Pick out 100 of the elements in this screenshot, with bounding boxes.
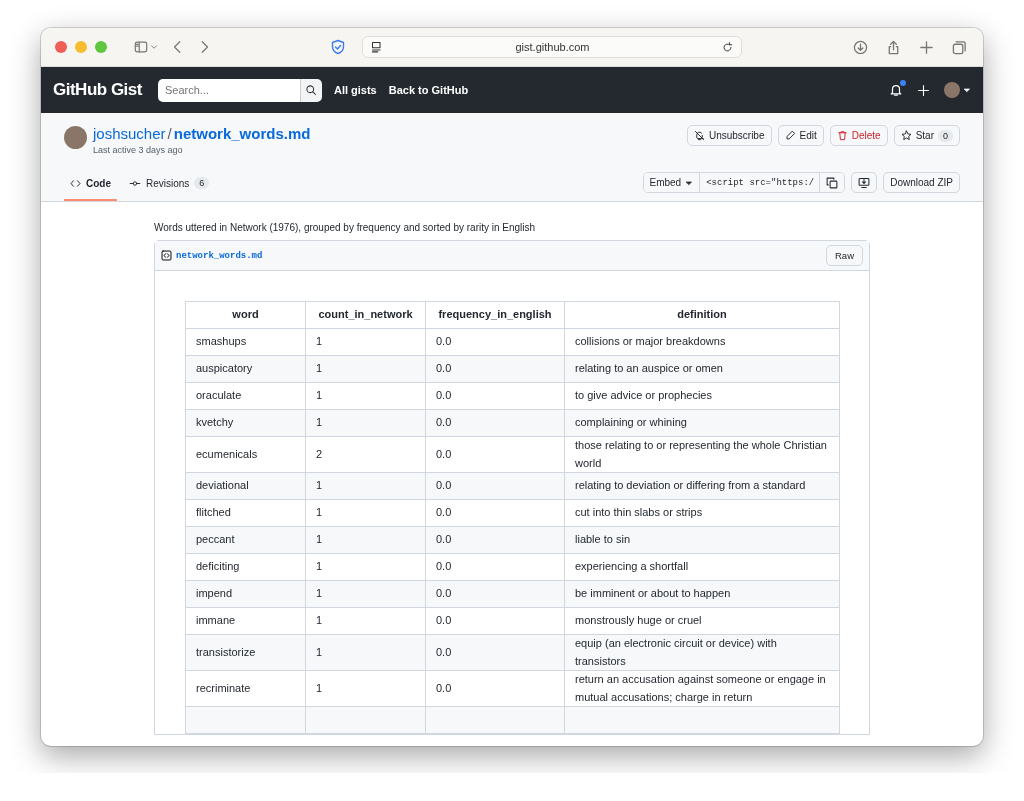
table-cell: 1 [305, 472, 426, 500]
table-cell: 1 [305, 553, 426, 581]
sidebar-icon [133, 40, 149, 54]
table-cell: 0.0 [425, 436, 565, 473]
table-cell: 1 [305, 328, 426, 356]
column-header: word [185, 301, 306, 329]
table-cell: recriminate [185, 670, 306, 707]
table-cell: liable to sin [564, 526, 840, 554]
table-cell: deficiting [185, 553, 306, 581]
site-logo[interactable]: GitHub Gist [53, 80, 142, 100]
shield-check-icon [330, 39, 346, 55]
download-zip-button[interactable]: Download ZIP [883, 172, 960, 193]
star-count: 0 [938, 129, 953, 142]
table-cell: 0.0 [425, 580, 565, 608]
desktop-download-button[interactable] [851, 172, 878, 193]
owner-link[interactable]: joshsucher [93, 125, 166, 142]
column-header: frequency_in_english [425, 301, 565, 329]
share-icon [886, 39, 901, 55]
create-button[interactable] [917, 83, 930, 97]
table-cell: 0.0 [425, 382, 565, 410]
table-cell: cut into thin slabs or strips [564, 499, 840, 527]
code-tab[interactable]: Code [64, 178, 117, 201]
table-cell: 1 [305, 607, 426, 635]
search-icon [305, 84, 318, 96]
desktop-download-icon [858, 176, 871, 189]
revision-count: 6 [194, 177, 210, 189]
gist-name-link[interactable]: network_words.md [173, 125, 311, 142]
address-bar[interactable]: gist.github.com [362, 36, 742, 58]
plus-icon [919, 39, 934, 55]
table-cell: to give advice or prophecies [564, 382, 840, 410]
close-window-button[interactable] [55, 41, 67, 53]
nav-link[interactable]: All gists [333, 84, 377, 96]
table-cell: ecumenicals [185, 436, 306, 473]
star-button[interactable]: Star 0 [893, 125, 960, 146]
revisions-tab[interactable]: Revisions 6 [123, 177, 216, 201]
table-cell: 0.0 [425, 472, 565, 500]
table-cell: return an accusation against someone or engage in mutual accusations; charge in return [564, 670, 840, 707]
table-cell: collisions or major breakdowns [564, 328, 840, 356]
table-cell: 0.0 [425, 328, 565, 356]
delete-button[interactable]: Delete [829, 125, 888, 146]
table-cell: 0.0 [425, 499, 565, 527]
column-header: count_in_network [305, 301, 426, 329]
table-cell: deviational [185, 472, 306, 500]
table-cell: 2 [305, 436, 426, 473]
copy-icon [826, 176, 839, 189]
table-cell: oraculate [185, 382, 306, 410]
table-cell: relating to deviation or differing from a standard [564, 472, 840, 500]
code-icon [70, 178, 81, 189]
table-cell: 1 [305, 499, 426, 527]
caret-icon [963, 86, 971, 94]
table-cell: 0.0 [425, 634, 565, 671]
table-cell: those relating to or representing the whole Christian world [564, 436, 840, 473]
table-cell: kvetchy [185, 409, 306, 437]
plus-icon [917, 83, 930, 97]
page-icon [371, 41, 383, 53]
copy-button[interactable] [819, 173, 845, 192]
bell-slash-icon [693, 130, 705, 141]
table-cell: be imminent or about to happen [564, 580, 840, 608]
table-cell: 1 [305, 670, 426, 707]
table-cell: 1 [305, 526, 426, 554]
table-cell: 1 [305, 580, 426, 608]
table-cell: monstrously huge or cruel [564, 607, 840, 635]
notifications-button[interactable] [889, 83, 903, 97]
trash-icon [836, 130, 848, 141]
table-cell: 0.0 [425, 670, 565, 707]
table-cell: auspicatory [185, 355, 306, 383]
table-cell: 0.0 [425, 409, 565, 437]
search-field[interactable]: Search... [157, 78, 300, 102]
table-cell: 0.0 [425, 355, 565, 383]
tabs-icon [952, 39, 967, 55]
table-cell: impend [185, 580, 306, 608]
table-cell: complaining or whining [564, 409, 840, 437]
search-button[interactable] [299, 78, 322, 102]
table-cell: immane [185, 607, 306, 635]
table-cell: 1 [305, 409, 426, 437]
edit-button[interactable]: Edit [777, 125, 824, 146]
caret-icon [685, 178, 694, 187]
download-icon [853, 39, 868, 55]
user-menu-button[interactable] [944, 82, 971, 98]
column-header: definition [564, 301, 840, 329]
table-cell: 0.0 [425, 526, 565, 554]
pencil-icon [784, 130, 796, 141]
gist-description: Words uttered in Network (1976), grouped by frequency and sorted by rarity in English [154, 222, 537, 233]
owner-avatar[interactable] [64, 126, 87, 149]
star-icon [900, 130, 912, 141]
raw-button[interactable]: Raw [826, 245, 863, 266]
table-cell: flitched [185, 499, 306, 527]
table-cell: 0.0 [425, 607, 565, 635]
table-cell: experiencing a shortfall [564, 553, 840, 581]
last-active-text: Last active 3 days ago [93, 145, 184, 155]
code-square-icon [161, 250, 172, 261]
nav-link[interactable]: Back to GitHub [388, 84, 469, 96]
avatar [944, 82, 960, 98]
unsubscribe-button[interactable]: Unsubscribe [686, 125, 772, 146]
table-cell: relating to an auspice or omen [564, 355, 840, 383]
table-cell: 1 [305, 382, 426, 410]
table-cell: 1 [305, 634, 426, 671]
path-separator: / [167, 125, 172, 142]
file-name-link[interactable]: network_words.md [176, 250, 263, 261]
table-cell: smashups [185, 328, 306, 356]
